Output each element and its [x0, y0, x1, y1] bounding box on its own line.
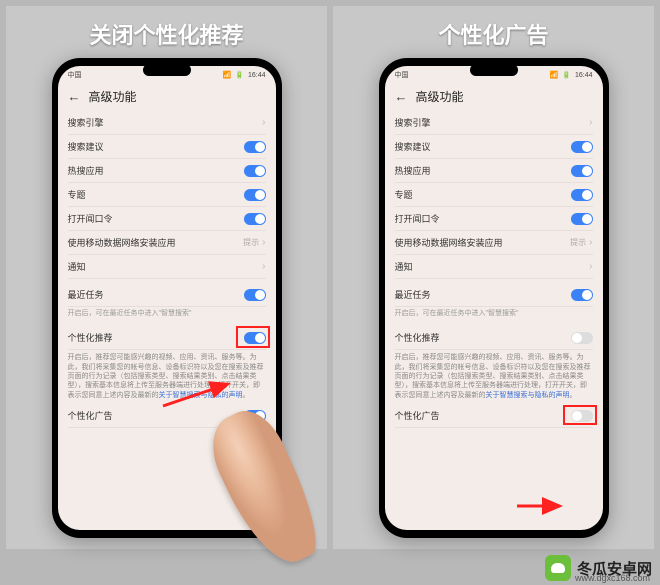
screen-right: 中国 📶 🔋 16:44 ← 高级功能 搜索引擎 ›	[385, 66, 603, 530]
page-title: 高级功能	[89, 88, 137, 105]
back-icon[interactable]: ←	[68, 89, 81, 104]
battery-icon: 🔋	[562, 71, 571, 79]
toggle-special[interactable]	[244, 189, 266, 201]
row-hot-search[interactable]: 热搜应用	[395, 159, 593, 183]
row-search-suggest[interactable]: 搜索建议	[395, 135, 593, 159]
row-notification[interactable]: 通知 ›	[395, 255, 593, 279]
page-header: ← 高级功能	[58, 84, 276, 111]
panel-left: 关闭个性化推荐 中国 📶 🔋 16:44 ← 高级功能	[6, 6, 327, 549]
android-logo-icon	[545, 555, 571, 581]
watermark: 冬瓜安卓网	[545, 555, 652, 581]
row-open-screen[interactable]: 打开闻口令	[68, 207, 266, 231]
toggle-open-screen[interactable]	[571, 213, 593, 225]
row-mobile-data[interactable]: 使用移动数据网络安装应用 提示 ›	[68, 231, 266, 255]
toggle-recent-tasks[interactable]	[571, 289, 593, 301]
chevron-right-icon: ›	[262, 237, 265, 248]
battery-icon: 🔋	[235, 71, 244, 79]
back-icon[interactable]: ←	[395, 89, 408, 104]
arrow-annotation-right	[515, 496, 570, 516]
row-special[interactable]: 专题	[68, 183, 266, 207]
toggle-personal-ads[interactable]	[244, 410, 266, 422]
camera-cutout	[470, 64, 518, 76]
row-recent-tasks[interactable]: 最近任务	[68, 283, 266, 307]
screen-left: 中国 📶 🔋 16:44 ← 高级功能 搜索引擎 ›	[58, 66, 276, 530]
toggle-open-screen[interactable]	[244, 213, 266, 225]
row-recent-tasks[interactable]: 最近任务	[395, 283, 593, 307]
signal-icon: 📶	[223, 71, 232, 79]
comparison-panels: 关闭个性化推荐 中国 📶 🔋 16:44 ← 高级功能	[0, 0, 660, 555]
panel-title-left: 关闭个性化推荐	[89, 18, 243, 50]
row-personal-rec[interactable]: 个性化推荐	[68, 326, 266, 350]
row-mobile-data[interactable]: 使用移动数据网络安装应用 提示 ›	[395, 231, 593, 255]
chevron-right-icon: ›	[262, 261, 265, 272]
chevron-right-icon: ›	[589, 237, 592, 248]
privacy-link[interactable]: 关于智慧搜索与隐私的声明	[486, 392, 570, 399]
carrier-label: 中国	[395, 70, 409, 80]
panel-right: 个性化广告 中国 📶 🔋 16:44 ← 高级功能	[333, 6, 654, 549]
chevron-right-icon: ›	[262, 117, 265, 128]
row-hot-search[interactable]: 热搜应用	[68, 159, 266, 183]
row-search-suggest[interactable]: 搜索建议	[68, 135, 266, 159]
row-open-screen[interactable]: 打开闻口令	[395, 207, 593, 231]
toggle-hot-search[interactable]	[571, 165, 593, 177]
personal-rec-desc: 开启后，推荐您可能感兴趣的视频、应用、资讯、服务等。为此，我们将采集您的帐号信息…	[68, 350, 266, 404]
toggle-search-suggest[interactable]	[571, 141, 593, 153]
settings-list: 搜索引擎 › 搜索建议 热搜应用 专题	[58, 111, 276, 428]
signal-icon: 📶	[550, 71, 559, 79]
page-title: 高级功能	[416, 88, 464, 105]
chevron-right-icon: ›	[589, 261, 592, 272]
row-personal-ads[interactable]: 个性化广告	[68, 404, 266, 428]
mobile-data-hint: 提示 ›	[570, 237, 592, 248]
row-notification[interactable]: 通知 ›	[68, 255, 266, 279]
toggle-personal-rec[interactable]	[571, 332, 593, 344]
phone-frame-left: 中国 📶 🔋 16:44 ← 高级功能 搜索引擎 ›	[52, 58, 282, 538]
row-search-engine[interactable]: 搜索引擎 ›	[68, 111, 266, 135]
recent-tasks-sub: 开启后，可在最近任务中进入"智慧搜索"	[395, 307, 593, 322]
personal-rec-desc: 开启后，推荐您可能感兴趣的视频、应用、资讯、服务等。为此，我们将采集您的帐号信息…	[395, 350, 593, 404]
row-search-engine[interactable]: 搜索引擎 ›	[395, 111, 593, 135]
privacy-link[interactable]: 关于智慧搜索与隐私的声明	[159, 392, 243, 399]
panel-title-right: 个性化广告	[438, 18, 548, 50]
toggle-recent-tasks[interactable]	[244, 289, 266, 301]
toggle-personal-rec[interactable]	[244, 332, 266, 344]
row-personal-ads[interactable]: 个性化广告	[395, 404, 593, 428]
mobile-data-hint: 提示 ›	[243, 237, 265, 248]
row-special[interactable]: 专题	[395, 183, 593, 207]
page-header: ← 高级功能	[385, 84, 603, 111]
toggle-personal-ads[interactable]	[571, 410, 593, 422]
carrier-label: 中国	[68, 70, 82, 80]
clock-label: 16:44	[248, 72, 266, 79]
phone-frame-right: 中国 📶 🔋 16:44 ← 高级功能 搜索引擎 ›	[379, 58, 609, 538]
chevron-right-icon: ›	[589, 117, 592, 128]
toggle-special[interactable]	[571, 189, 593, 201]
camera-cutout	[143, 64, 191, 76]
watermark-text: 冬瓜安卓网	[577, 558, 652, 579]
toggle-search-suggest[interactable]	[244, 141, 266, 153]
recent-tasks-sub: 开启后，可在最近任务中进入"智慧搜索"	[68, 307, 266, 322]
row-personal-rec[interactable]: 个性化推荐	[395, 326, 593, 350]
clock-label: 16:44	[575, 72, 593, 79]
toggle-hot-search[interactable]	[244, 165, 266, 177]
settings-list: 搜索引擎 › 搜索建议 热搜应用 专题	[385, 111, 603, 428]
